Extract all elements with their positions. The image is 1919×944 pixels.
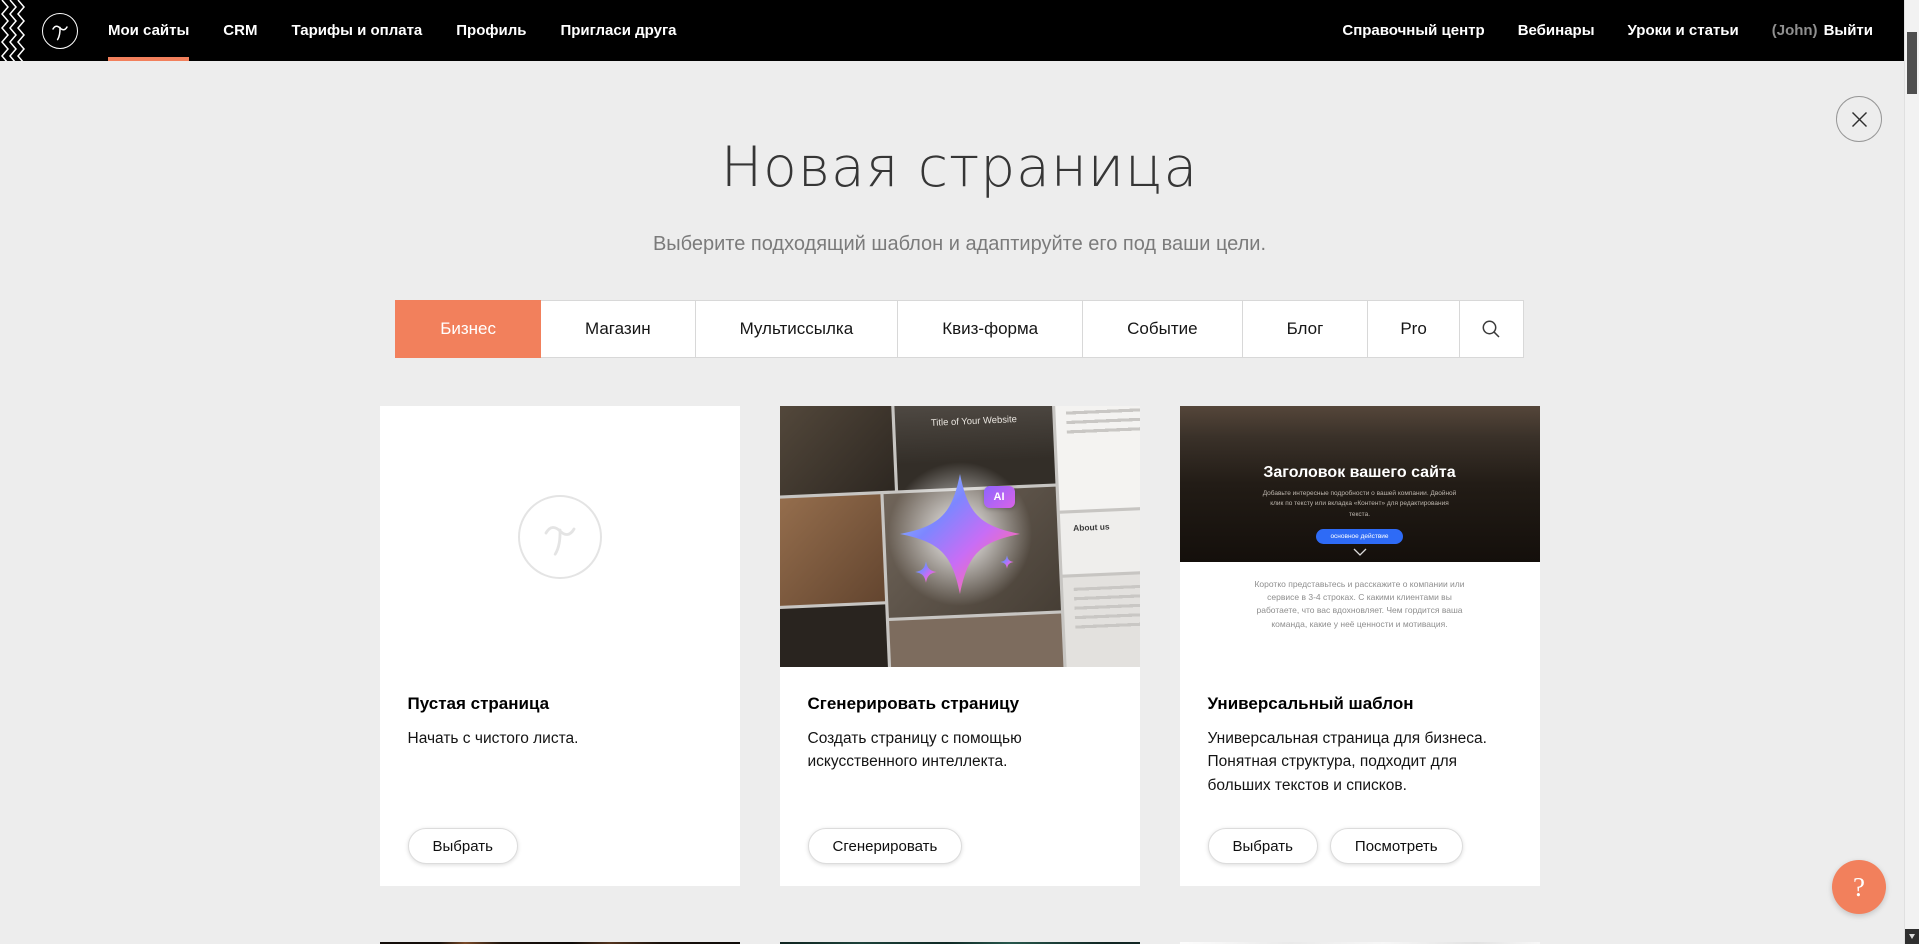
tab-pro[interactable]: Pro — [1368, 300, 1459, 358]
collage-about-block: About us — [1059, 509, 1139, 574]
tilda-watermark-icon — [518, 495, 602, 579]
template-category-tabs: Бизнес Магазин Мультиссылка Квиз-форма С… — [380, 300, 1540, 358]
select-universal-button[interactable]: Выбрать — [1208, 828, 1318, 864]
nav-invite-friend[interactable]: Пригласи друга — [560, 0, 676, 61]
select-blank-button[interactable]: Выбрать — [408, 828, 518, 864]
nav-lessons-articles[interactable]: Уроки и статьи — [1628, 0, 1739, 61]
card-actions: Выбрать — [408, 828, 712, 864]
nav-webinars[interactable]: Вебинары — [1518, 0, 1595, 61]
collage-cover-title: Title of Your Website — [894, 412, 1052, 429]
ai-sparkle-icon — [870, 444, 1050, 624]
card-description: Универсальная страница для бизнеса. Поня… — [1208, 727, 1512, 797]
ai-generate-preview: Title of Your Website About us — [780, 406, 1140, 667]
tab-multilink[interactable]: Мультиссылка — [696, 300, 899, 358]
card-body: Сгенерировать страницу Создать страницу … — [780, 667, 1140, 886]
card-title: Универсальный шаблон — [1208, 694, 1512, 714]
tab-blog[interactable]: Блог — [1243, 300, 1369, 358]
logout-label: Выйти — [1824, 22, 1873, 39]
template-grid: Пустая страница Начать с чистого листа. … — [380, 406, 1540, 886]
card-generate-ai[interactable]: Title of Your Website About us — [780, 406, 1140, 886]
universal-template-preview: Заголовок вашего сайта Добавьте интересн… — [1180, 406, 1540, 667]
preview-cta-button: основное действие — [1316, 529, 1402, 544]
chevron-down-icon — [1353, 548, 1367, 556]
tab-store[interactable]: Магазин — [541, 300, 696, 358]
card-universal-template[interactable]: Заголовок вашего сайта Добавьте интересн… — [1180, 406, 1540, 886]
top-bar: Мои сайты CRM Тарифы и оплата Профиль Пр… — [0, 0, 1919, 61]
card-title: Сгенерировать страницу — [808, 694, 1112, 714]
preview-cover: Заголовок вашего сайта Добавьте интересн… — [1180, 406, 1540, 562]
preview-universal-button[interactable]: Посмотреть — [1330, 828, 1463, 864]
main-nav: Мои сайты CRM Тарифы и оплата Профиль Пр… — [108, 0, 711, 61]
nav-help-center[interactable]: Справочный центр — [1342, 0, 1484, 61]
ai-badge: AI — [984, 486, 1015, 508]
new-page-modal: Новая страница Выберите подходящий шабло… — [380, 135, 1540, 944]
preview-body-text: Коротко представьтесь и расскажите о ком… — [1252, 578, 1468, 631]
search-icon — [1480, 318, 1502, 340]
card-description: Создать страницу с помощью искусственног… — [808, 727, 1112, 774]
card-body: Универсальный шаблон Универсальная стран… — [1180, 667, 1540, 886]
nav-profile[interactable]: Профиль — [456, 0, 526, 61]
user-name: (John) — [1772, 22, 1818, 39]
nav-pricing[interactable]: Тарифы и оплата — [291, 0, 422, 61]
scrollbar[interactable] — [1904, 0, 1919, 944]
nav-my-sites[interactable]: Мои сайты — [108, 0, 189, 61]
tab-business[interactable]: Бизнес — [395, 300, 541, 358]
logout-link[interactable]: (John) Выйти — [1772, 0, 1873, 61]
tilda-dashboard: Мои сайты CRM Тарифы и оплата Профиль Пр… — [0, 0, 1919, 944]
collage-about-label: About us — [1072, 520, 1139, 533]
zigzag-pattern-icon — [0, 0, 26, 61]
preview-heading: Заголовок вашего сайта — [1180, 406, 1540, 482]
card-body: Пустая страница Начать с чистого листа. … — [380, 667, 740, 886]
card-actions: Сгенерировать — [808, 828, 1112, 864]
collage-text-block — [1062, 573, 1139, 667]
tab-event[interactable]: Событие — [1083, 300, 1242, 358]
preview-body-section: Коротко представьтесь и расскажите о ком… — [1180, 578, 1540, 667]
card-title: Пустая страница — [408, 694, 712, 714]
collage-text-block — [1054, 406, 1140, 511]
nav-crm[interactable]: CRM — [223, 0, 257, 61]
tilda-logo-icon[interactable] — [42, 13, 78, 49]
tab-quiz-form[interactable]: Квиз-форма — [898, 300, 1083, 358]
close-button[interactable] — [1836, 96, 1882, 142]
close-icon — [1851, 111, 1868, 128]
generate-button[interactable]: Сгенерировать — [808, 828, 963, 864]
page-title: Новая страница — [380, 135, 1540, 199]
scrollbar-down-arrow[interactable] — [1905, 929, 1919, 944]
card-actions: Выбрать Посмотреть — [1208, 828, 1512, 864]
card-description: Начать с чистого листа. — [408, 727, 712, 750]
card-blank-page[interactable]: Пустая страница Начать с чистого листа. … — [380, 406, 740, 886]
help-button[interactable]: ? — [1832, 860, 1886, 914]
blank-page-preview — [380, 406, 740, 667]
preview-subheading: Добавьте интересные подробности о вашей … — [1262, 489, 1457, 520]
scrollbar-thumb[interactable] — [1907, 32, 1917, 94]
tab-search[interactable] — [1460, 300, 1524, 358]
page-subtitle: Выберите подходящий шаблон и адаптируйте… — [380, 233, 1540, 256]
secondary-nav: Справочный центр Вебинары Уроки и статьи… — [1309, 0, 1873, 61]
